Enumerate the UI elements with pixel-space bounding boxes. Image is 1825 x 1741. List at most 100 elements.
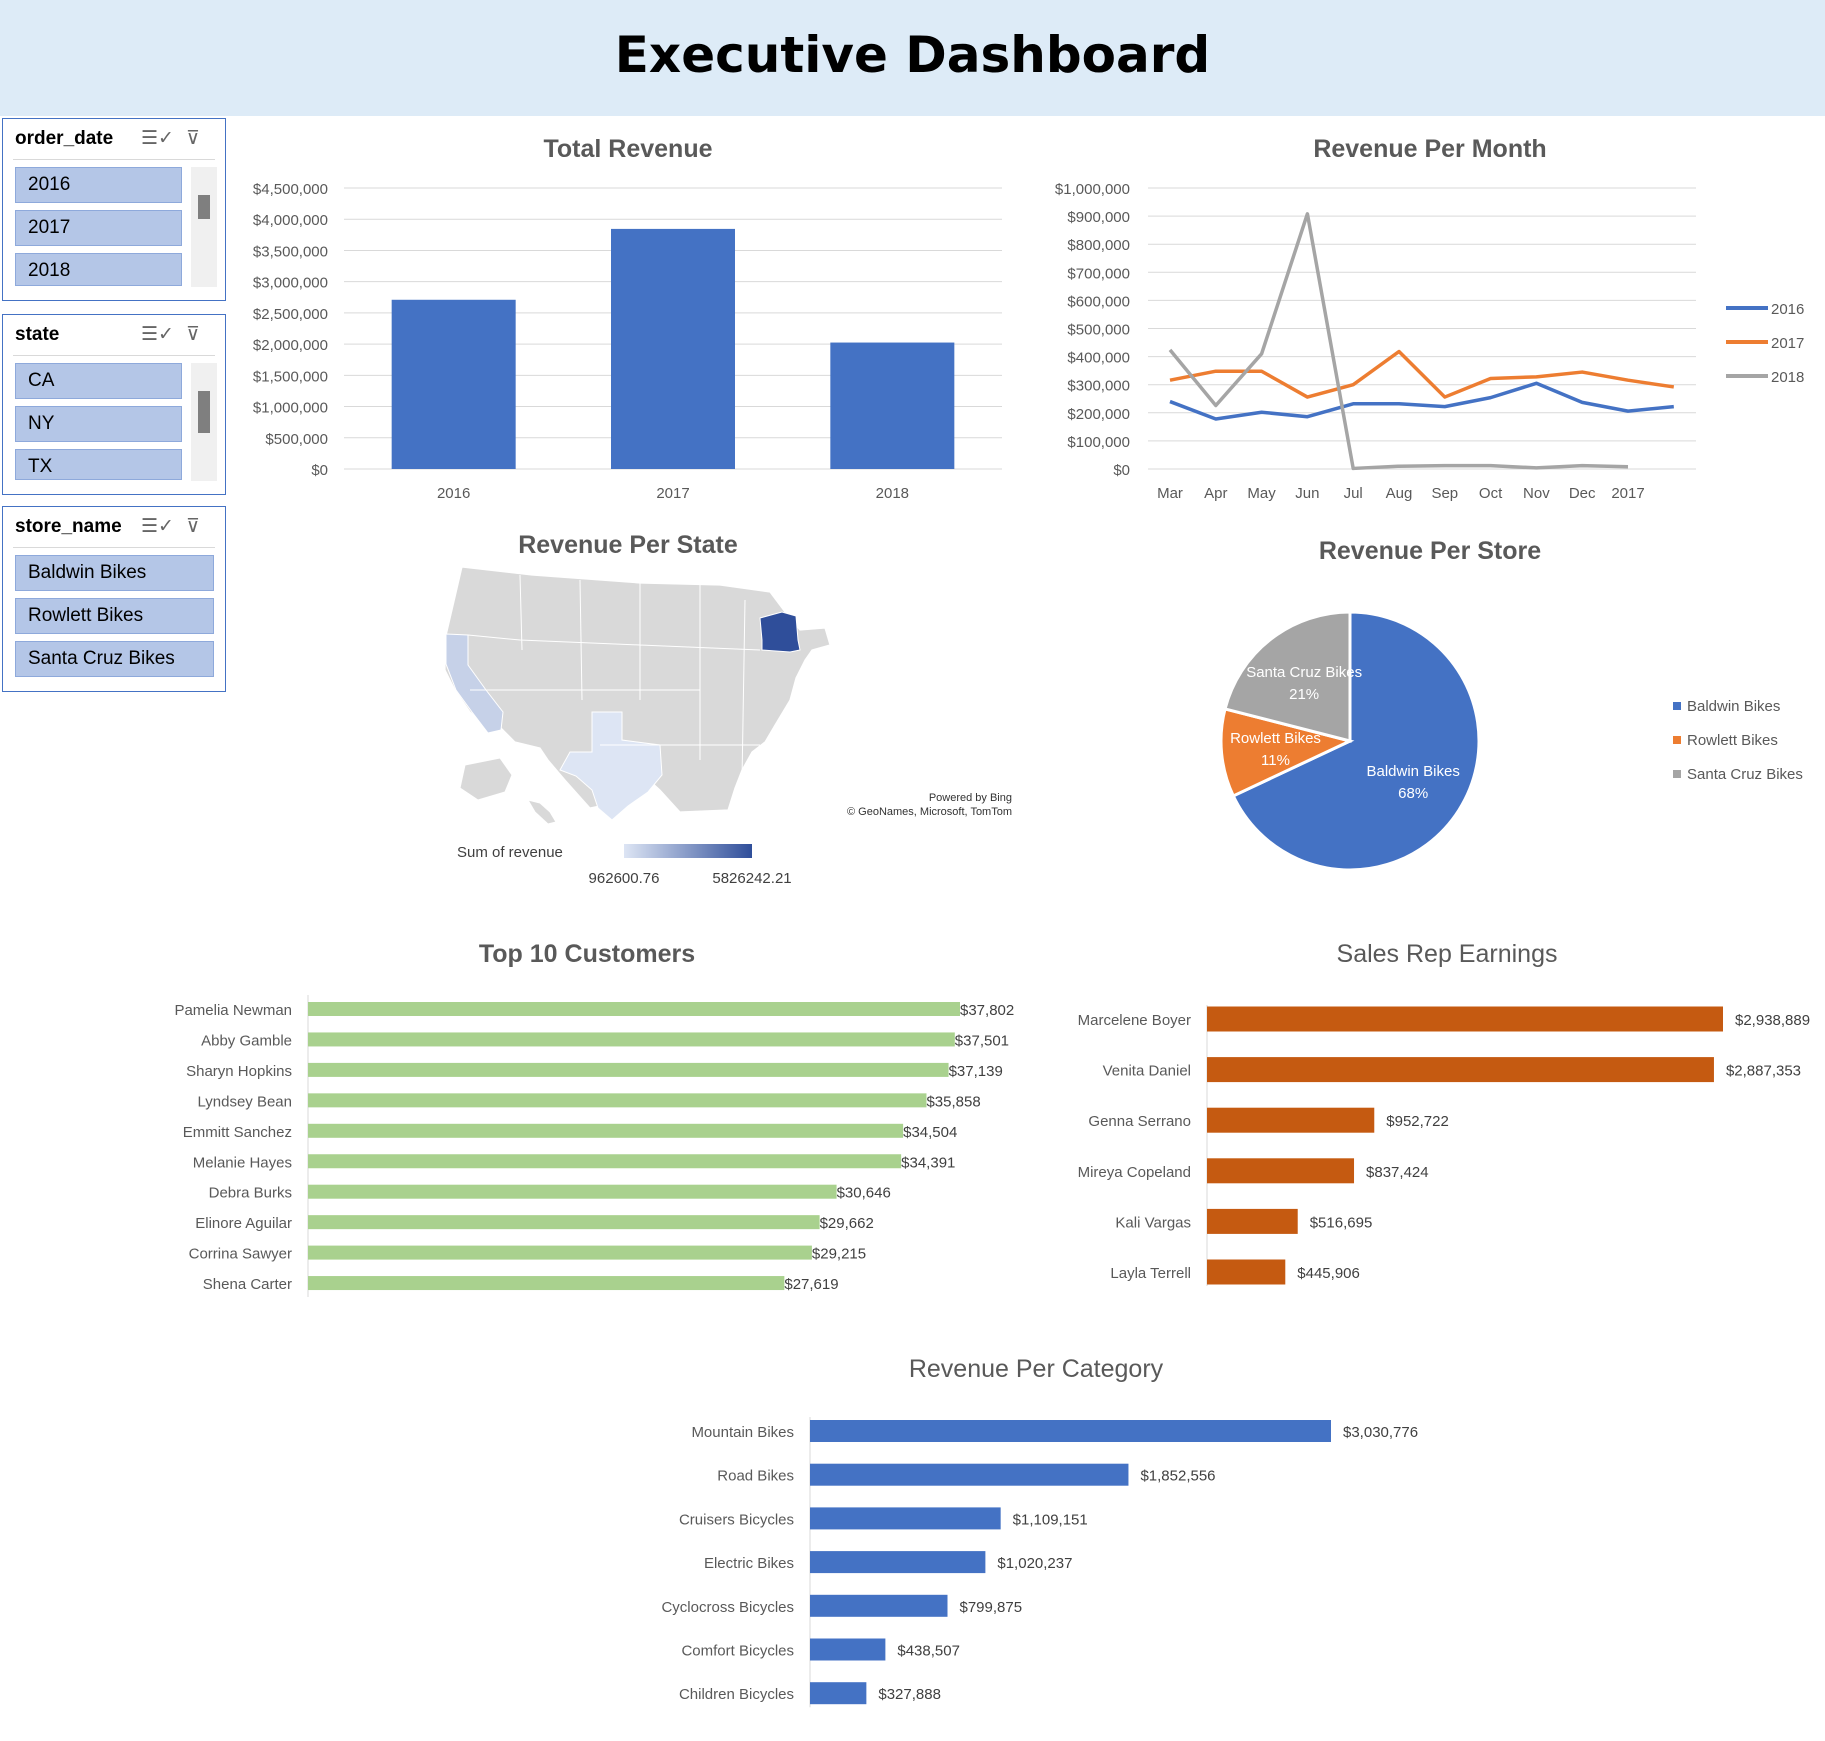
legend-swatch-Rowlett Bikes <box>1673 736 1681 744</box>
data-label: $445,906 <box>1297 1265 1360 1282</box>
x-tick-label: Jul <box>1344 485 1363 502</box>
line-series-2018 <box>1168 212 1629 471</box>
legend-label: Rowlett Bikes <box>1687 732 1778 749</box>
chart-title-revenue-per-month: Revenue Per Month <box>1313 135 1546 163</box>
y-tick-label: $1,000,000 <box>253 400 328 417</box>
y-tick-label: $0 <box>311 462 328 479</box>
map-alaska <box>459 757 513 801</box>
category-label: Comfort Bicycles <box>681 1643 794 1660</box>
data-label: $37,501 <box>955 1032 1009 1049</box>
map-hawaii <box>526 799 557 825</box>
y-tick-label: $4,000,000 <box>253 212 328 229</box>
y-tick-label: $400,000 <box>1067 350 1130 367</box>
x-tick-label: 2017 <box>1611 485 1644 502</box>
y-tick-label: $900,000 <box>1067 209 1130 226</box>
data-label: $1,109,151 <box>1013 1511 1088 1528</box>
bar-shena-carter <box>308 1276 785 1291</box>
bar-2017 <box>611 228 735 469</box>
category-label: Layla Terrell <box>1110 1265 1191 1282</box>
data-label: $1,020,237 <box>997 1555 1072 1572</box>
category-label: Kali Vargas <box>1115 1214 1191 1231</box>
y-tick-label: $1,500,000 <box>253 368 328 385</box>
category-label: Mountain Bikes <box>691 1424 794 1441</box>
category-label: Venita Daniel <box>1103 1063 1191 1080</box>
data-label: $2,938,889 <box>1735 1012 1810 1029</box>
x-tick-label: Dec <box>1569 485 1596 502</box>
x-tick-label: Mar <box>1157 485 1183 502</box>
category-label: Road Bikes <box>717 1468 794 1485</box>
data-label: $2,887,353 <box>1726 1063 1801 1080</box>
legend-label: Santa Cruz Bikes <box>1687 766 1803 783</box>
bar-electric-bikes <box>810 1551 986 1574</box>
data-label: $516,695 <box>1310 1214 1373 1231</box>
x-tick-label: 2017 <box>656 485 689 502</box>
x-tick-label: Sep <box>1431 485 1458 502</box>
data-label: $27,619 <box>784 1276 838 1293</box>
y-tick-label: $2,500,000 <box>253 306 328 323</box>
pie-label-name: Santa Cruz Bikes <box>1246 664 1362 681</box>
map-state-ny <box>759 611 801 653</box>
data-label: $837,424 <box>1366 1164 1429 1181</box>
pie-label-name: Rowlett Bikes <box>1230 730 1321 747</box>
legend-label: 2018 <box>1771 369 1804 386</box>
y-tick-label: $100,000 <box>1067 434 1130 451</box>
bar-genna-serrano <box>1207 1107 1375 1133</box>
bar-comfort-bicycles <box>810 1638 886 1661</box>
category-label: Melanie Hayes <box>193 1154 292 1171</box>
bar-2018 <box>830 342 955 469</box>
data-label: $1,852,556 <box>1140 1468 1215 1485</box>
bar-layla-terrell <box>1207 1259 1286 1285</box>
data-label: $34,391 <box>901 1154 955 1171</box>
legend-label: 2017 <box>1771 335 1804 352</box>
bar-cruisers-bicycles <box>810 1507 1001 1530</box>
y-tick-label: $3,000,000 <box>253 275 328 292</box>
data-label: $37,802 <box>960 1002 1014 1019</box>
chart-title-top-customers: Top 10 Customers <box>479 940 695 968</box>
bar-sharyn-hopkins <box>308 1062 949 1077</box>
map-legend-min: 962600.76 <box>589 870 660 887</box>
category-label: Marcelene Boyer <box>1078 1012 1191 1029</box>
data-label: $799,875 <box>960 1599 1023 1616</box>
bar-emmitt-sanchez <box>308 1123 904 1138</box>
bar-venita-daniel <box>1207 1057 1714 1083</box>
x-tick-label: Oct <box>1479 485 1503 502</box>
bar-2016 <box>391 299 516 469</box>
y-tick-label: $4,500,000 <box>253 181 328 198</box>
bar-corrina-sawyer <box>308 1245 812 1260</box>
pie-label-percent: 11% <box>1261 752 1290 769</box>
category-label: Children Bicycles <box>679 1686 794 1703</box>
data-label: $35,858 <box>926 1093 980 1110</box>
data-label: $30,646 <box>837 1185 891 1202</box>
bar-debra-burks <box>308 1184 837 1199</box>
bar-mireya-copeland <box>1207 1158 1355 1184</box>
y-tick-label: $800,000 <box>1067 237 1130 254</box>
bar-melanie-hayes <box>308 1154 902 1169</box>
legend-swatch-Baldwin Bikes <box>1673 702 1681 710</box>
chart-title-revenue-per-state: Revenue Per State <box>518 531 738 559</box>
y-tick-label: $1,000,000 <box>1055 181 1130 198</box>
chart-title-revenue-per-store: Revenue Per Store <box>1319 537 1541 565</box>
legend-label: 2016 <box>1771 301 1804 318</box>
bar-elinore-aguilar <box>308 1215 820 1230</box>
line-series-2016 <box>1169 381 1674 421</box>
chart-title-total-revenue: Total Revenue <box>543 135 712 163</box>
bar-pamelia-newman <box>308 1002 960 1016</box>
x-tick-label: Jun <box>1295 485 1319 502</box>
pie-label-name: Baldwin Bikes <box>1366 763 1459 780</box>
x-tick-label: May <box>1247 485 1276 502</box>
category-label: Sharyn Hopkins <box>186 1063 292 1080</box>
data-label: $34,504 <box>903 1124 957 1141</box>
data-label: $3,030,776 <box>1343 1424 1418 1441</box>
map-legend-gradient <box>624 844 752 858</box>
map-credit-line2: © GeoNames, Microsoft, TomTom <box>847 806 1012 818</box>
category-label: Elinore Aguilar <box>195 1215 292 1232</box>
legend-swatch-Santa Cruz Bikes <box>1673 770 1681 778</box>
bar-mountain-bikes <box>810 1420 1331 1442</box>
bar-cyclocross-bicycles <box>810 1594 948 1617</box>
bar-children-bicycles <box>810 1682 867 1705</box>
y-tick-label: $3,500,000 <box>253 243 328 260</box>
data-label: $37,139 <box>949 1063 1003 1080</box>
x-tick-label: 2016 <box>437 485 470 502</box>
map-credit-line1: Powered by Bing <box>929 792 1012 804</box>
category-label: Cruisers Bicycles <box>679 1511 794 1528</box>
